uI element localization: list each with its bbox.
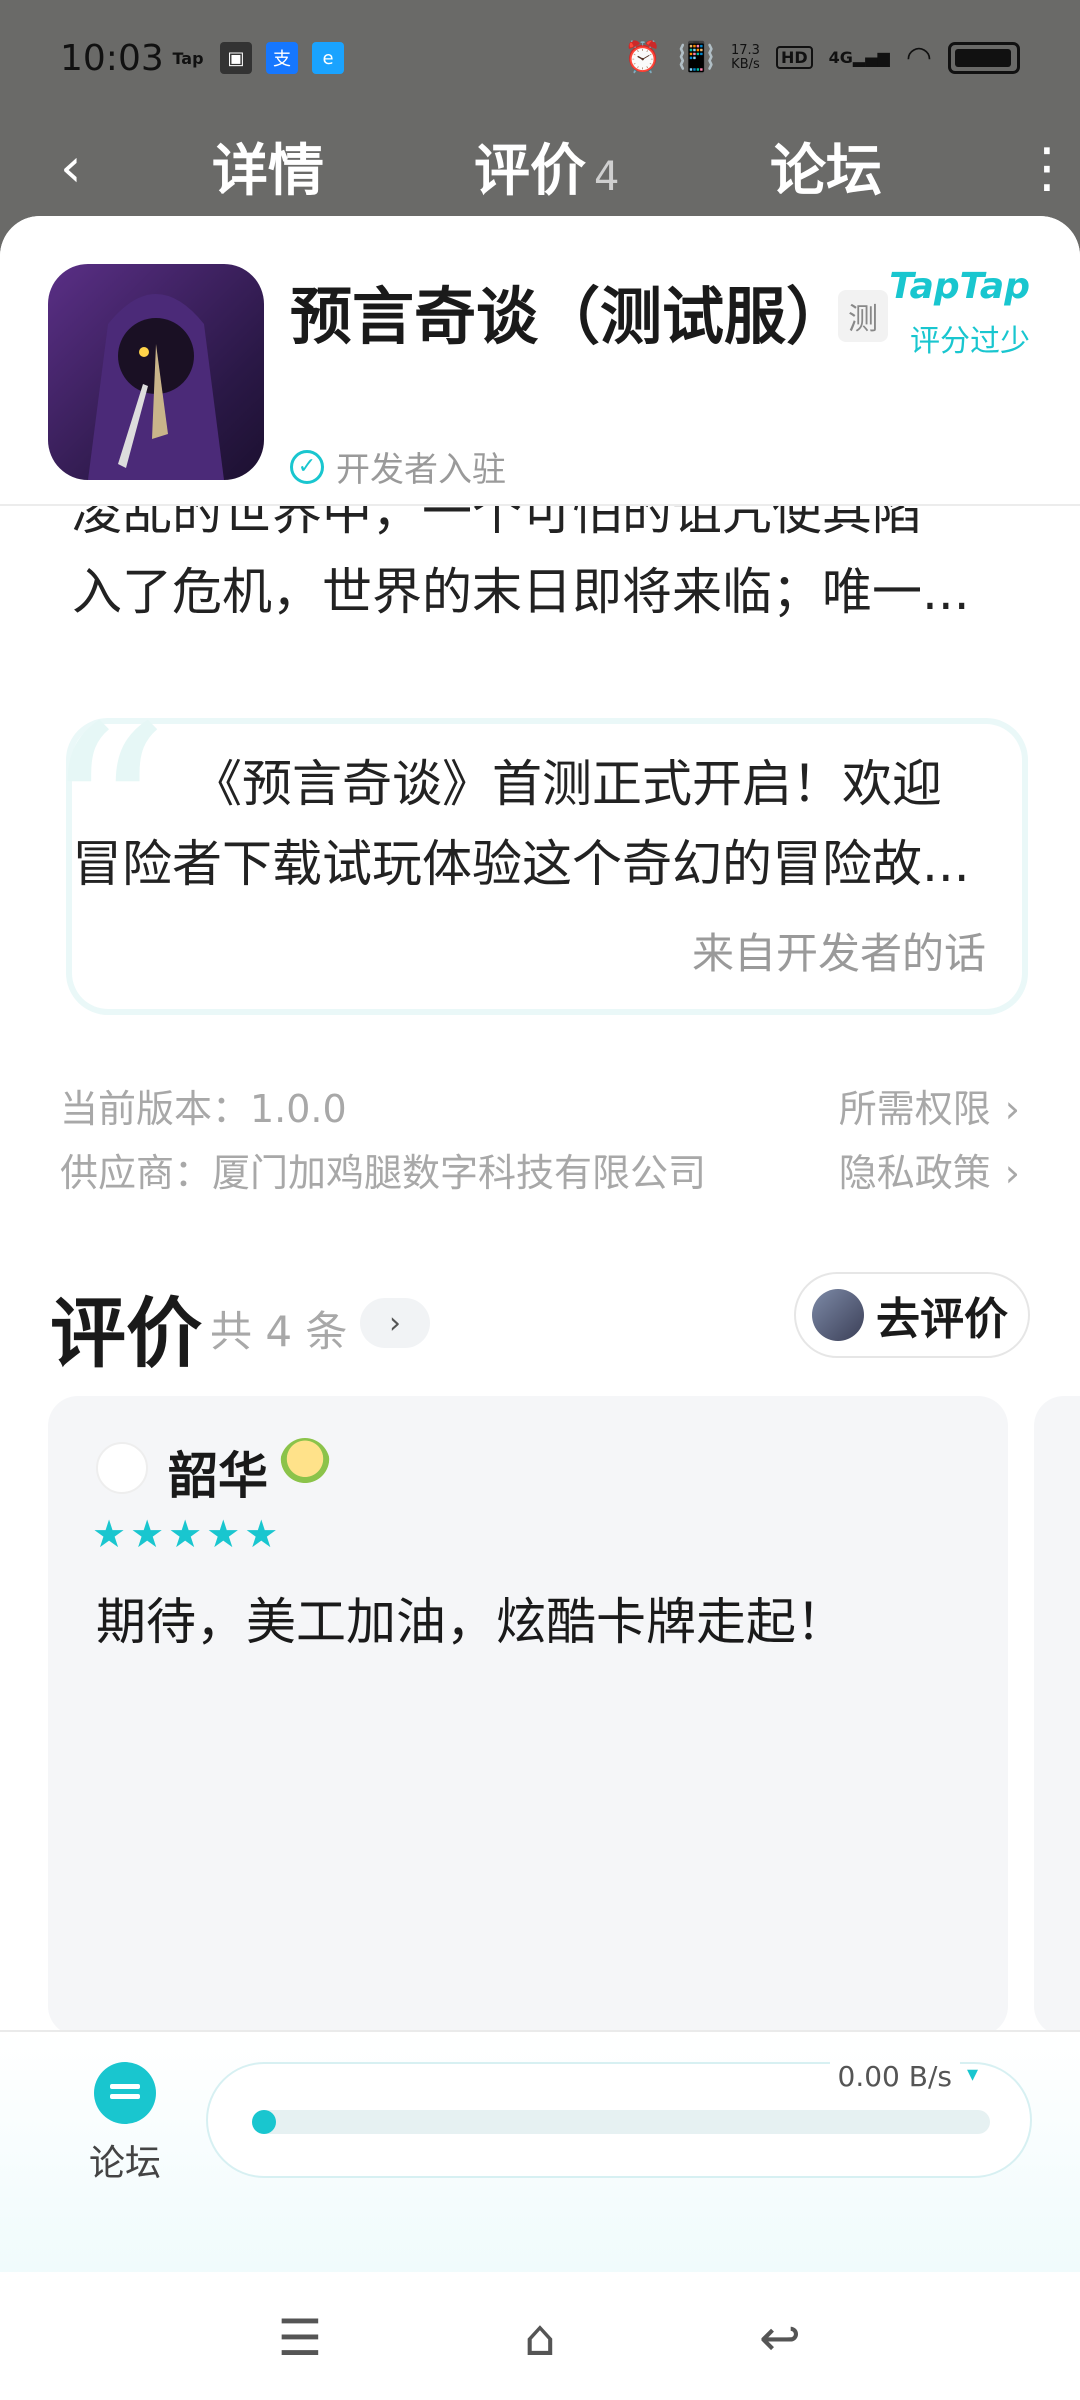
download-speed: 0.00 B/s (829, 2060, 960, 2093)
wifi-icon: ◠ (905, 40, 932, 75)
forum-icon (94, 2062, 156, 2124)
network-speed-unit: KB/s (731, 56, 760, 72)
tab-reviews-count: 4 (594, 154, 620, 200)
notification-icons: Tap ▣ 支 e (170, 42, 344, 74)
reviews-title: 评价 (50, 1289, 202, 1378)
alipay-icon: 支 (266, 42, 298, 74)
download-button[interactable]: 0.00 B/s ▾ (206, 2060, 1032, 2178)
forum-button[interactable]: 论坛 (70, 2062, 180, 2186)
alarm-icon: ⏰ (624, 40, 662, 75)
quote-line: 冒险者下载试玩体验这个奇幻的冒险故... (72, 835, 970, 893)
test-tag: 测 (838, 290, 888, 342)
chevron-right-icon: › (1004, 1151, 1020, 1195)
tab-reviews-label: 评价 (474, 139, 586, 204)
app-title: 预言奇谈（测试服） (290, 280, 849, 353)
review-card[interactable] (1034, 1396, 1080, 2036)
vendor-text: 供应商：厦门加鸡腿数字科技有限公司 (60, 1151, 707, 1195)
privacy-label: 隐私政策 (838, 1151, 991, 1195)
check-circle-icon: ✓ (290, 449, 324, 484)
system-nav: ☰ ⌂ ↩ (0, 2272, 1080, 2400)
permissions-label: 所需权限 (838, 1087, 991, 1131)
avatar (812, 1289, 864, 1341)
taptap-logo: TapTap (889, 266, 1030, 307)
tab-details[interactable]: 详情 (212, 126, 324, 207)
version-text: 当前版本：1.0.0 (60, 1087, 347, 1131)
tab-reviews[interactable]: 评价 4 (474, 126, 619, 207)
menu-icon[interactable]: ☰ (260, 2298, 340, 2378)
developer-badge-label: 开发者入驻 (336, 450, 506, 490)
reviews-header: 评价 共 4 条 › 去评价 (50, 1272, 1030, 1378)
permissions-link[interactable]: 所需权限 › (839, 1078, 1020, 1133)
go-review-button[interactable]: 去评价 (794, 1272, 1030, 1358)
app-header: 预言奇谈（测试服） 测 TapTap 评分过少 ✓ 开发者入驻 (0, 216, 1080, 506)
download-arrow-icon: ▾ (966, 2062, 978, 2087)
browser-icon: e (312, 42, 344, 74)
quote-source: 来自开发者的话 (691, 929, 986, 978)
chevron-right-icon[interactable]: › (360, 1298, 430, 1348)
chevron-right-icon: › (1004, 1087, 1020, 1131)
download-progress (252, 2110, 990, 2134)
go-review-label: 去评价 (876, 1294, 1008, 1345)
tab-forum[interactable]: 论坛 (770, 126, 882, 207)
description-line: 入了危机，世界的末日即将来临；唯一... (72, 563, 970, 621)
wallet-icon: ▣ (220, 42, 252, 74)
tap-icon: Tap (172, 48, 204, 68)
bottom-bar: 论坛 0.00 B/s ▾ (0, 2030, 1080, 2272)
review-card[interactable]: 韶华 ★★★★★ 期待，美工加油，炫酷卡牌走起！ (48, 1396, 1008, 2036)
developer-quote-text: 《预言奇谈》首测正式开启！欢迎 冒险者下载试玩体验这个奇幻的冒险故... (72, 744, 1008, 904)
quote-line: 《预言奇谈》首测正式开启！欢迎 (192, 755, 942, 813)
developer-badge[interactable]: ✓ 开发者入驻 (290, 442, 506, 491)
hd-icon: HD (775, 46, 813, 69)
home-icon[interactable]: ⌂ (500, 2298, 580, 2378)
battery-icon (948, 41, 1020, 74)
forum-label: 论坛 (88, 2143, 161, 2184)
reviewer-name[interactable]: 韶华 (168, 1436, 268, 1508)
back-icon[interactable]: ‹ (60, 138, 110, 198)
badge-icon (280, 1438, 330, 1490)
app-icon-art (88, 294, 224, 480)
avatar[interactable] (96, 1442, 148, 1494)
back-nav-icon[interactable]: ↩ (740, 2298, 820, 2378)
score-note: 评分过少 (910, 324, 1030, 359)
review-text: 期待，美工加油，炫酷卡牌走起！ (96, 1593, 846, 1651)
vibrate-icon: 📳 (677, 40, 715, 75)
app-icon (48, 264, 264, 480)
network-speed-value: 17.3 (731, 42, 760, 58)
rating-stars: ★★★★★ (92, 1512, 283, 1556)
reviews-count: 共 4 条 (210, 1307, 348, 1356)
status-right: ⏰ 📳 17.3 KB/s HD 4G▂▄▆ ◠ (624, 40, 1020, 75)
status-bar: 10:03 Tap ▣ 支 e ⏰ 📳 17.3 KB/s HD 4G▂▄▆ ◠ (0, 0, 1080, 118)
network-speed: 17.3 KB/s (731, 42, 760, 72)
network-type: 4G (828, 48, 853, 67)
top-nav: ‹ 详情 评价 4 论坛 ⋮ (0, 118, 1080, 218)
download-progress-fill (252, 2110, 276, 2134)
more-icon[interactable]: ⋮ (1020, 138, 1074, 198)
status-time: 10:03 (60, 38, 164, 79)
developer-quote[interactable]: “ 《预言奇谈》首测正式开启！欢迎 冒险者下载试玩体验这个奇幻的冒险故... 来… (42, 694, 1022, 1009)
privacy-link[interactable]: 隐私政策 › (839, 1142, 1020, 1197)
signal-icon: 4G▂▄▆ (828, 48, 890, 67)
